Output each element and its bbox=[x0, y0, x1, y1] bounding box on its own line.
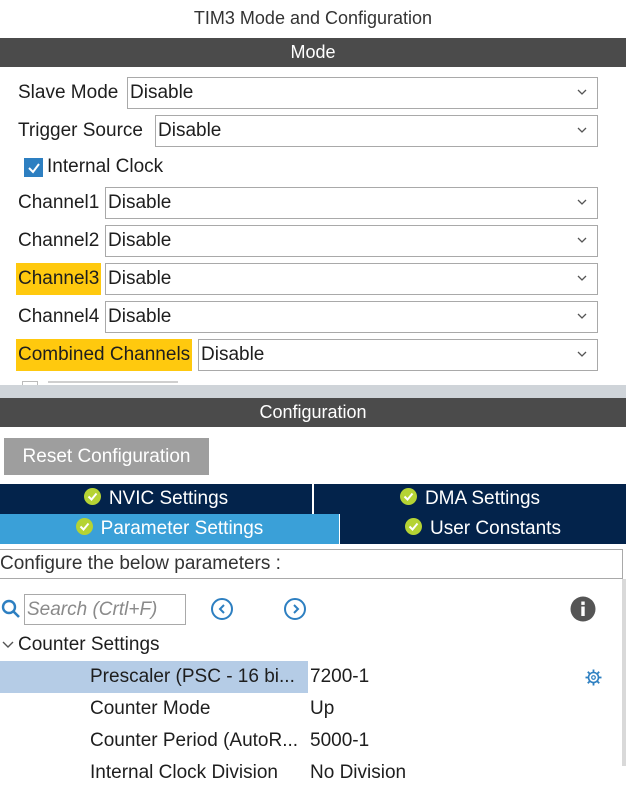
channel3-value: Disable bbox=[108, 268, 172, 289]
tab-parameter-settings[interactable]: Parameter Settings bbox=[0, 514, 339, 544]
parameters-description: Configure the below parameters : bbox=[0, 549, 623, 579]
combined-channels-label: Combined Channels bbox=[16, 339, 193, 371]
counter-settings-group[interactable]: Counter Settings bbox=[18, 629, 160, 661]
previous-result-button[interactable] bbox=[211, 598, 233, 620]
search-icon[interactable] bbox=[1, 599, 21, 619]
channel2-value: Disable bbox=[108, 230, 172, 251]
window-title: TIM3 Mode and Configuration bbox=[193, 8, 433, 28]
tab-dma-label: DMA Settings bbox=[424, 488, 541, 509]
internal-clock-label: Internal Clock bbox=[47, 156, 164, 177]
combined-channels-select[interactable]: Disable bbox=[198, 339, 598, 371]
search-input[interactable]: Search (Crtl+F) bbox=[24, 594, 186, 625]
param-value-prescaler[interactable]: 7200-1 bbox=[310, 661, 369, 693]
chevron-down-icon bbox=[577, 313, 587, 319]
trigger-source-label: Trigger Source bbox=[18, 120, 143, 141]
chevron-down-icon bbox=[577, 127, 587, 133]
chevron-down-icon bbox=[577, 89, 587, 95]
param-value-counter-period[interactable]: 5000-1 bbox=[310, 725, 369, 757]
param-value-counter-mode[interactable]: Up bbox=[310, 693, 334, 725]
channel1-value: Disable bbox=[108, 192, 172, 213]
channel2-label: Channel2 bbox=[18, 230, 100, 251]
tab-user-constants[interactable]: User Constants bbox=[340, 514, 626, 544]
slave-mode-select[interactable]: Disable bbox=[127, 77, 598, 109]
chevron-right-icon bbox=[293, 604, 300, 614]
info-icon[interactable] bbox=[570, 596, 596, 622]
tab-parameter-label: Parameter Settings bbox=[100, 518, 264, 539]
param-name-prescaler[interactable]: Prescaler (PSC - 16 bi... bbox=[90, 661, 295, 693]
check-circle-icon bbox=[399, 488, 417, 506]
tab-user-constants-label: User Constants bbox=[430, 518, 561, 539]
channel1-label: Channel1 bbox=[18, 192, 100, 213]
slave-mode-label: Slave Mode bbox=[18, 82, 119, 103]
gear-icon[interactable] bbox=[585, 669, 602, 686]
channel4-value: Disable bbox=[108, 306, 172, 327]
chevron-down-icon bbox=[577, 351, 587, 357]
mode-section-header: Mode bbox=[0, 38, 626, 67]
check-circle-icon bbox=[75, 518, 93, 536]
channel4-label: Channel4 bbox=[18, 306, 100, 327]
next-result-button[interactable] bbox=[284, 598, 306, 620]
chevron-down-icon[interactable] bbox=[2, 640, 14, 650]
channel3-select[interactable]: Disable bbox=[105, 263, 598, 295]
param-value-clock-division[interactable]: No Division bbox=[310, 757, 406, 789]
combined-channels-value: Disable bbox=[201, 344, 265, 365]
param-name-counter-period[interactable]: Counter Period (AutoR... bbox=[90, 725, 298, 757]
param-name-counter-mode[interactable]: Counter Mode bbox=[90, 693, 210, 725]
tab-nvic-label: NVIC Settings bbox=[108, 488, 229, 509]
internal-clock-checkbox[interactable] bbox=[24, 158, 43, 177]
trigger-source-select[interactable]: Disable bbox=[155, 115, 598, 147]
checkmark-icon bbox=[28, 163, 40, 174]
check-circle-icon bbox=[83, 488, 101, 506]
mode-scrollbar[interactable] bbox=[0, 385, 626, 398]
channel1-select[interactable]: Disable bbox=[105, 187, 598, 219]
channel2-select[interactable]: Disable bbox=[105, 225, 598, 257]
chevron-down-icon bbox=[577, 199, 587, 205]
chevron-left-icon bbox=[218, 604, 225, 614]
tab-dma-settings[interactable]: DMA Settings bbox=[314, 484, 626, 514]
chevron-down-icon bbox=[577, 237, 587, 243]
reset-configuration-button[interactable]: Reset Configuration bbox=[4, 438, 209, 475]
parameters-scrollbar[interactable] bbox=[622, 579, 626, 766]
check-circle-icon bbox=[405, 518, 423, 536]
channel3-label: Channel3 bbox=[16, 263, 102, 295]
trigger-source-value: Disable bbox=[158, 120, 222, 141]
channel4-select[interactable]: Disable bbox=[105, 301, 598, 333]
slave-mode-value: Disable bbox=[130, 82, 194, 103]
configuration-section-header: Configuration bbox=[0, 398, 626, 427]
tab-nvic-settings[interactable]: NVIC Settings bbox=[0, 484, 312, 514]
param-name-clock-division[interactable]: Internal Clock Division bbox=[90, 757, 278, 789]
chevron-down-icon bbox=[577, 275, 587, 281]
